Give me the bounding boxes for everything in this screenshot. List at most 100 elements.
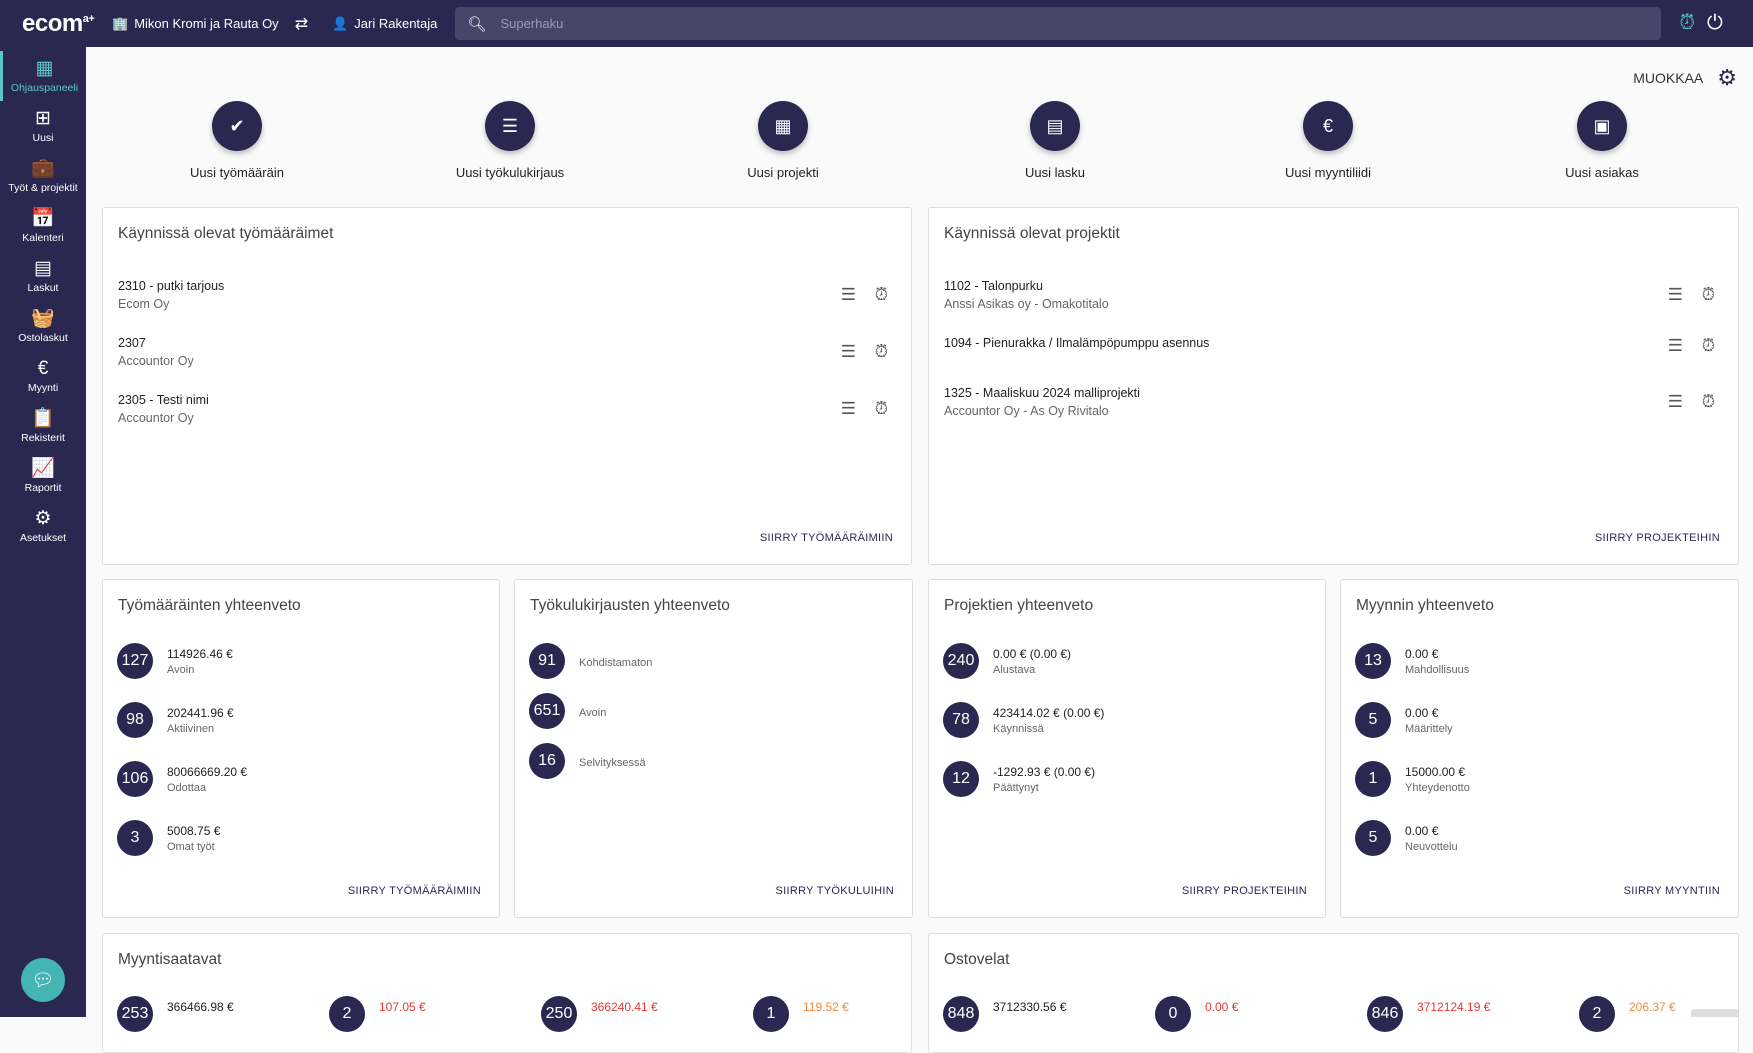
edit-button[interactable]: MUOKKAA ⚙ (1633, 65, 1737, 91)
sidebar-item-raportit[interactable]: 📈 Raportit (0, 451, 86, 501)
go-to-link[interactable]: SIIRRY TYÖKULUIHIN (776, 885, 895, 897)
summary-stat[interactable]: 13 0.00 € Mahdollisuus (1355, 643, 1469, 679)
summary-stat[interactable]: 651 Avoin (529, 693, 606, 729)
list-icon[interactable]: ☰ (841, 399, 856, 419)
list-item[interactable]: 1325 - Maaliskuu 2024 malliprojekti Accou… (944, 378, 1723, 435)
list-icon[interactable]: ☰ (1668, 392, 1683, 412)
quick-action-1[interactable]: ☰ Uusi työkulukirjaus (410, 101, 610, 180)
ecom-logo[interactable]: ecoma+ (0, 10, 112, 38)
ledger-stat[interactable]: 848 3712330.56 € (943, 996, 1066, 1032)
project-icon: ▦ (758, 101, 808, 151)
quick-action-2[interactable]: ▦ Uusi projekti (683, 101, 883, 180)
list-icon[interactable]: ☰ (841, 285, 856, 305)
stat-text: 15000.00 € Yhteydenotto (1405, 765, 1470, 794)
list-icon[interactable]: ☰ (1668, 336, 1683, 356)
ledger-stat[interactable]: 846 3712124.19 € (1367, 996, 1490, 1032)
list-item[interactable]: 1094 - Pienurakka / Ilmalämpöpumppu asen… (944, 328, 1723, 378)
search-input[interactable] (500, 16, 1601, 31)
ledger-stat[interactable]: 0 0.00 € (1155, 996, 1238, 1032)
stat-value: 3712124.19 € (1417, 1000, 1491, 1014)
scroll-to-top-button[interactable] (1691, 1009, 1739, 1017)
stat-value: 366240.41 € (591, 1000, 658, 1014)
ledger-stat[interactable]: 250 366240.41 € (541, 996, 658, 1032)
card-title: Käynnissä olevat työmääräimet (118, 225, 334, 242)
alarm-icon[interactable]: ⏰︎ (1702, 336, 1715, 356)
item-list: 1102 - Talonpurku Anssi Asikas oy - Omako… (944, 271, 1723, 436)
sidebar-item-ohjauspaneeli[interactable]: ▦ Ohjauspaneeli (0, 51, 86, 101)
alarm-icon[interactable]: ⏰︎ (875, 285, 888, 305)
summary-stat[interactable]: 78 423414.02 € (0.00 €) Käynnissä (943, 702, 1104, 738)
stat-text: 0.00 € (0.00 €) Alustava (993, 647, 1071, 676)
count-badge: 16 (529, 743, 565, 779)
alarm-icon[interactable]: ⏰︎ (1702, 392, 1715, 412)
ledger-stat[interactable]: 1 119.52 € (753, 996, 849, 1032)
list-item[interactable]: 1324 - Accountor sähkönousutAs Oy Rivari… (944, 435, 1723, 436)
alarm-icon[interactable]: ⏰︎ (875, 342, 888, 362)
go-to-link[interactable]: SIIRRY MYYNTIIN (1624, 885, 1720, 897)
swap-icon[interactable]: ⇄ (295, 14, 308, 34)
list-item[interactable]: 2310 - putki tarjous Ecom Oy ☰ ⏰︎ (118, 271, 896, 328)
quick-action-label: Uusi työkulukirjaus (455, 165, 565, 180)
list-item[interactable]: 2305 - Testi nimi Accountor Oy ☰ ⏰︎ (118, 385, 896, 436)
sidebar-item-label: Ostolaskut (18, 331, 68, 344)
item-title: 1102 - Talonpurku (944, 279, 1043, 293)
list-item[interactable]: 1102 - Talonpurku Anssi Asikas oy - Omako… (944, 271, 1723, 328)
summary-stat[interactable]: 3 5008.75 € Omat työt (117, 820, 220, 856)
quick-action-3[interactable]: ▤ Uusi lasku (955, 101, 1155, 180)
stat-label: Määrittely (1405, 722, 1453, 735)
quick-action-5[interactable]: ▣ Uusi asiakas (1502, 101, 1702, 180)
contact-card-icon: ▣ (1577, 101, 1627, 151)
sidebar-item-rekisterit[interactable]: 📋 Rekisterit (0, 401, 86, 451)
alarm-clock-icon[interactable]: ⏰︎ (1679, 12, 1695, 35)
chat-button[interactable]: 💬︎ (21, 958, 65, 1002)
list-icon[interactable]: ☰ (1668, 285, 1683, 305)
summary-stat[interactable]: 16 Selvityksessä (529, 743, 646, 779)
stat-value: 202441.96 € (167, 705, 234, 720)
go-to-link[interactable]: SIIRRY PROJEKTEIHIN (1595, 532, 1720, 544)
stat-label: Alustava (993, 663, 1036, 676)
go-to-link[interactable]: SIIRRY TYÖMÄÄRÄIMIIN (760, 532, 893, 544)
stat-label: Aktiivinen (167, 722, 215, 735)
user-menu[interactable]: 👤 Jari Rakentaja (332, 16, 437, 32)
summary-stat[interactable]: 127 114926.46 € Avoin (117, 643, 233, 679)
list-icon[interactable]: ☰ (841, 342, 856, 362)
sidebar-item-asetukset[interactable]: ⚙ Asetukset (0, 501, 86, 551)
sidebar-item-ostolaskut[interactable]: 🧺 Ostolaskut (0, 301, 86, 351)
power-icon[interactable]: ⏻ (1707, 12, 1723, 35)
list-item[interactable]: 2307 Accountor Oy ☰ ⏰︎ (118, 328, 896, 385)
summary-stat[interactable]: 98 202441.96 € Aktiivinen (117, 702, 234, 738)
stat-label: Avoin (579, 706, 607, 719)
plus-box-icon: ⊞ (35, 107, 51, 129)
sidebar-item-kalenteri[interactable]: 📅 Kalenteri (0, 201, 86, 251)
sidebar-item-uusi[interactable]: ⊞ Uusi (0, 101, 86, 151)
alarm-icon[interactable]: ⏰︎ (875, 399, 888, 419)
sidebar-item-laskut[interactable]: ▤ Laskut (0, 251, 86, 301)
euro-icon: € (37, 357, 49, 379)
item-title: 1094 - Pienurakka / Ilmalämpöpumppu asen… (944, 336, 1210, 350)
summary-stat[interactable]: 1 15000.00 € Yhteydenotto (1355, 761, 1470, 797)
ledger-stat[interactable]: 253 366466.98 € (117, 996, 234, 1032)
company-selector[interactable]: 🏢 Mikon Kromi ja Rauta Oy ⇄ (112, 14, 308, 34)
stat-value: 80066669.20 € (167, 764, 248, 779)
stat-value: 5008.75 € (167, 823, 221, 838)
summary-stat[interactable]: 5 0.00 € Määrittely (1355, 702, 1453, 738)
ledger-stat[interactable]: 2 206.37 € (1579, 996, 1676, 1032)
euro-icon: € (1303, 101, 1353, 151)
summary-stat[interactable]: 91 Kohdistamaton (529, 643, 652, 679)
count-badge: 12 (943, 761, 979, 797)
sidebar-item-myynti[interactable]: € Myynti (0, 351, 86, 401)
alarm-icon[interactable]: ⏰︎ (1702, 285, 1715, 305)
sidebar-item-työt-projektit[interactable]: 💼 Työt & projektit (0, 151, 86, 201)
quick-action-0[interactable]: ✔ Uusi työmääräin (137, 101, 337, 180)
summary-stat[interactable]: 106 80066669.20 € Odottaa (117, 761, 247, 797)
summary-stat[interactable]: 12 -1292.93 € (0.00 €) Päättynyt (943, 761, 1095, 797)
summary-stat[interactable]: 5 0.00 € Neuvottelu (1355, 820, 1458, 856)
ledger-stat[interactable]: 2 107.05 € (329, 996, 426, 1032)
summary-stat[interactable]: 240 0.00 € (0.00 €) Alustava (943, 643, 1071, 679)
go-to-link[interactable]: SIIRRY TYÖMÄÄRÄIMIIN (348, 885, 481, 897)
go-to-link[interactable]: SIIRRY PROJEKTEIHIN (1182, 885, 1307, 897)
item-title: 1325 - Maaliskuu 2024 malliprojekti (944, 386, 1140, 400)
card-title: Työmääräinten yhteenveto (118, 597, 301, 614)
quick-action-4[interactable]: € Uusi myyntiliidi (1228, 101, 1428, 180)
logo-sup: a+ (82, 12, 95, 25)
